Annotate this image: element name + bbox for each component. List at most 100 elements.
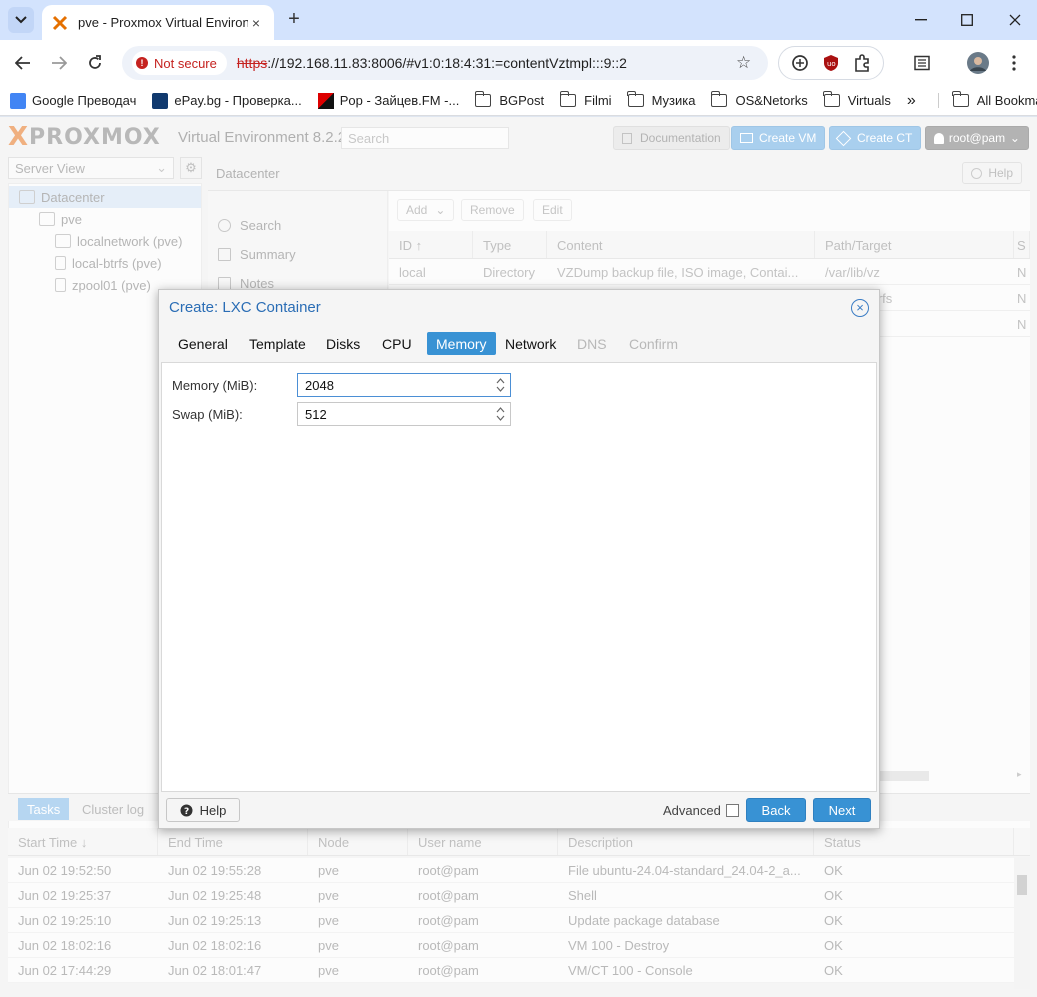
next-button[interactable]: Next	[813, 798, 871, 822]
tree-item-sdn[interactable]: localnetwork (pve)	[9, 230, 183, 252]
tab-search-button[interactable]	[8, 7, 34, 33]
bookmark-item[interactable]: Pop - Зайцев.FM -...	[317, 92, 459, 109]
spinner-icon[interactable]	[496, 377, 505, 393]
column-header[interactable]: S	[1014, 231, 1030, 258]
task-row[interactable]: Jun 02 17:44:29 Jun 02 18:01:47 pve root…	[8, 958, 1016, 983]
cell: N	[1017, 265, 1027, 280]
bookmark-folder[interactable]: Filmi	[559, 91, 612, 108]
add-button[interactable]: Add ⌄	[397, 199, 455, 221]
tasks-scrollbar[interactable]	[1014, 857, 1030, 989]
folder-icon	[474, 91, 492, 107]
memory-input[interactable]: 2048	[297, 373, 511, 397]
reading-list-icon[interactable]	[911, 52, 933, 74]
minimize-icon[interactable]	[911, 10, 931, 30]
bookmark-star-icon[interactable]: ☆	[736, 54, 754, 72]
maximize-icon[interactable]	[957, 10, 977, 30]
bookmark-folder[interactable]: Музика	[626, 91, 695, 108]
window-close-icon[interactable]	[1005, 10, 1025, 30]
tab-memory[interactable]: Memory	[427, 332, 496, 355]
column-header[interactable]: ID ↑	[389, 231, 473, 258]
radio-icon	[317, 92, 334, 109]
bookmark-folder[interactable]: BGPost	[474, 91, 545, 108]
create-vm-button[interactable]: Create VM	[731, 126, 826, 150]
tab-close-icon[interactable]: ×	[248, 15, 264, 31]
documentation-button[interactable]: Documentation	[613, 126, 730, 150]
create-ct-button[interactable]: Create CT	[829, 126, 922, 150]
forward-arrow-icon[interactable]	[47, 51, 71, 75]
tree-item-node[interactable]: pve	[9, 208, 82, 230]
column-header[interactable]: Type	[473, 231, 547, 258]
column-header[interactable]: Content	[547, 231, 815, 258]
back-button[interactable]: Back	[746, 798, 806, 822]
breadcrumb: Datacenter	[216, 166, 280, 181]
scrollbar-thumb[interactable]	[1017, 875, 1027, 895]
task-row[interactable]: Jun 02 19:25:37 Jun 02 19:25:48 pve root…	[8, 883, 1016, 908]
column-header[interactable]: User name	[408, 828, 558, 855]
all-bookmarks[interactable]: All Bookmarks	[937, 91, 1037, 108]
help-button[interactable]: Help	[962, 162, 1022, 184]
new-tab-button[interactable]: +	[284, 9, 304, 31]
column-header[interactable]: Start Time ↓	[8, 828, 158, 855]
bookmark-folder[interactable]: OS&Netorks	[710, 91, 808, 108]
gear-icon[interactable]: ⚙	[180, 157, 202, 179]
edit-button[interactable]: Edit	[533, 199, 572, 221]
more-bookmarks-chevron-icon[interactable]: »	[907, 92, 916, 110]
menu-item-summary[interactable]: Summary	[218, 242, 296, 266]
tab-disks[interactable]: Disks	[317, 332, 369, 355]
chevron-down-icon	[15, 16, 27, 24]
user-menu-button[interactable]: root@pam ⌄	[925, 126, 1029, 150]
profile-avatar[interactable]	[967, 52, 989, 74]
bookmark-item[interactable]: Google Преводач	[10, 92, 136, 109]
sync-extension-icon[interactable]	[791, 54, 809, 72]
help-label: Help	[988, 166, 1013, 180]
tab-general[interactable]: General	[169, 332, 237, 355]
bookmark-item[interactable]: ePay.bg - Проверка...	[152, 92, 302, 109]
tab-tasks[interactable]: Tasks	[18, 798, 70, 820]
tab-network[interactable]: Network	[496, 332, 565, 355]
remove-button[interactable]: Remove	[461, 199, 524, 221]
address-bar[interactable]: ! Not secure https://192.168.11.83:8006/…	[122, 46, 768, 80]
task-row[interactable]: Jun 02 19:25:10 Jun 02 19:25:13 pve root…	[8, 908, 1016, 933]
cell: OK	[824, 938, 843, 953]
scroll-right-icon[interactable]: ▸	[1017, 769, 1022, 780]
swap-input[interactable]: 512	[297, 402, 511, 426]
column-header[interactable]: Description	[558, 828, 814, 855]
tab-template[interactable]: Template	[240, 332, 315, 355]
spinner-icon[interactable]	[496, 406, 505, 422]
task-row[interactable]: Jun 02 18:02:16 Jun 02 18:02:16 pve root…	[8, 933, 1016, 958]
tree-item-storage[interactable]: zpool01 (pve)	[9, 274, 151, 296]
server-view-select[interactable]: Server View ⌄	[8, 157, 174, 179]
column-header[interactable]: Node	[308, 828, 408, 855]
tab-cluster-log[interactable]: Cluster log	[73, 798, 153, 820]
table-row[interactable]: local Directory VZDump backup file, ISO …	[389, 260, 1030, 285]
cell: pve	[318, 938, 339, 953]
url-text[interactable]: https://192.168.11.83:8006/#v1:0:18:4:31…	[237, 55, 627, 71]
cell: Jun 02 18:01:47	[168, 963, 262, 978]
ublock-icon[interactable]: uo	[822, 54, 840, 72]
browser-menu-icon[interactable]	[1003, 52, 1025, 74]
bookmark-folder[interactable]: Virtuals	[823, 91, 891, 108]
advanced-checkbox[interactable]	[726, 804, 739, 817]
bookmark-label: BGPost	[499, 93, 545, 108]
header-search-input[interactable]: Search	[341, 127, 509, 149]
dialog-help-button[interactable]: ? Help	[166, 798, 240, 822]
browser-tab-active[interactable]: pve - Proxmox Virtual Environment ×	[42, 5, 274, 40]
tab-cpu[interactable]: CPU	[373, 332, 421, 355]
tree-item-datacenter[interactable]: Datacenter	[9, 186, 201, 208]
logo-x: X	[8, 122, 30, 152]
column-header[interactable]: End Time	[158, 828, 308, 855]
task-row[interactable]: Jun 02 19:52:50 Jun 02 19:55:28 pve root…	[8, 858, 1016, 883]
cell: Jun 02 19:55:28	[168, 863, 262, 878]
menu-item-search[interactable]: Search	[218, 213, 281, 237]
tree-item-storage[interactable]: local-btrfs (pve)	[9, 252, 162, 274]
not-secure-badge[interactable]: ! Not secure	[132, 51, 227, 75]
back-arrow-icon[interactable]	[11, 51, 35, 75]
close-icon[interactable]: ×	[851, 299, 869, 317]
pve-header: X PROXMOX Virtual Environment 8.2.2 Sear…	[0, 117, 1037, 157]
column-header[interactable]: Status	[814, 828, 1014, 855]
reload-icon[interactable]	[83, 51, 107, 75]
column-header[interactable]: Path/Target	[815, 231, 1014, 258]
extensions-puzzle-icon[interactable]	[853, 54, 871, 72]
cell: Jun 02 19:25:48	[168, 888, 262, 903]
extensions-group: uo	[778, 46, 884, 80]
